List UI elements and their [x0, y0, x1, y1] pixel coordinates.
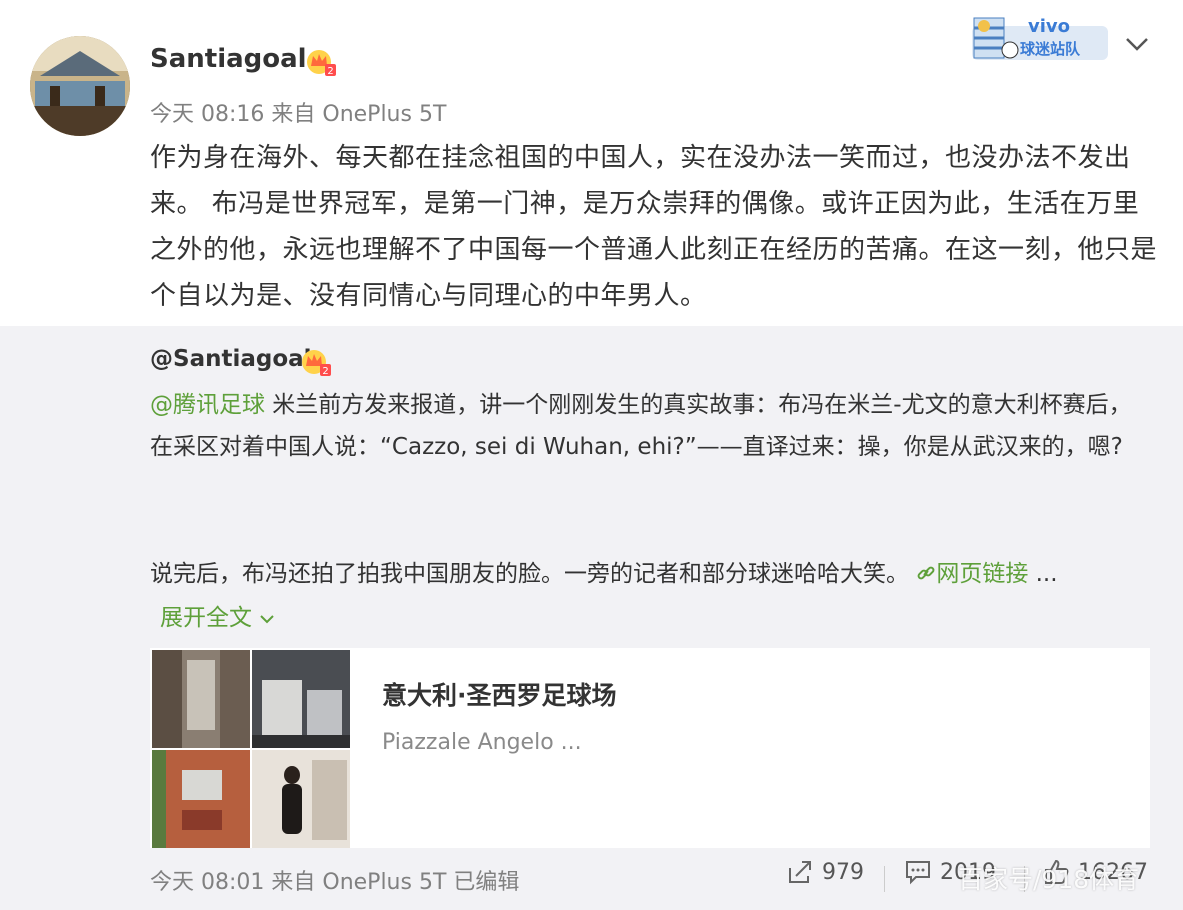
post-meta: 今天 08:16 来自 OnePlus 5T — [150, 102, 447, 127]
thumbnail-brick-wall — [152, 750, 250, 848]
svg-text:2: 2 — [322, 366, 328, 377]
link-icon — [917, 566, 935, 580]
web-link[interactable]: 网页链接 — [916, 561, 1028, 587]
avatar[interactable] — [30, 36, 130, 136]
expand-full-text-button[interactable]: 展开全文 — [160, 598, 275, 632]
expand-label: 展开全文 — [160, 605, 252, 631]
vip-crown-icon: 2 — [302, 350, 331, 377]
badge-brand: vivo — [1028, 16, 1070, 37]
share-button[interactable]: 979 — [786, 858, 864, 886]
svg-text:2: 2 — [327, 66, 333, 77]
repost-text-line2: 说完后，布冯还拍了拍我中国朋友的脸。一旁的记者和部分球迷哈哈大笑。 网页链接 .… — [150, 558, 1160, 590]
card-title: 意大利·圣西罗足球场 — [382, 681, 617, 710]
badge-label: 球迷站队 — [1020, 40, 1081, 58]
divider — [884, 866, 885, 892]
share-icon — [789, 861, 811, 883]
thumbnail-person — [252, 750, 350, 848]
location-card[interactable]: 意大利·圣西罗足球场 Piazzale Angelo ... — [150, 648, 1150, 848]
mention-link[interactable]: @腾讯足球 — [150, 392, 265, 418]
repost-body-2: 说完后，布冯还拍了拍我中国朋友的脸。一旁的记者和部分球迷哈哈大笑。 — [150, 561, 917, 587]
post-text: 作为身在海外、每天都在挂念祖国的中国人，实在没办法一笑而过，也没办法不发出来。 … — [150, 143, 1158, 311]
share-count: 979 — [822, 859, 864, 885]
chevron-down-icon[interactable] — [1124, 34, 1150, 54]
repost-text: @腾讯足球 米兰前方发来报道，讲一个刚刚发生的真实故事：布冯在米兰-尤文的意大利… — [150, 384, 1150, 468]
avatar-image — [30, 36, 130, 136]
repost-username[interactable]: @Santiagoal — [150, 346, 312, 372]
thumbnail-buildings — [252, 650, 350, 748]
repost-body: 米兰前方发来报道，讲一个刚刚发生的真实故事：布冯在米兰-尤文的意大利杯赛后，在采… — [150, 392, 1132, 460]
web-link-label: 网页链接 — [936, 561, 1029, 587]
thumbnail-street — [152, 650, 250, 748]
watermark: 百家号/918体育 — [958, 865, 1140, 894]
repost-meta: 今天 08:01 来自 OnePlus 5T 已编辑 — [150, 870, 520, 895]
fan-team-badge[interactable]: vivo 球迷站队 — [970, 12, 1110, 64]
username[interactable]: Santiagoal — [150, 44, 307, 74]
vip-crown-icon: 2 — [307, 50, 336, 77]
repost-block: @Santiagoal 2 @腾讯足球 米兰前方发来报道，讲一个刚刚发生的真实故… — [0, 326, 1183, 910]
chevron-down-icon — [260, 615, 275, 624]
card-subtitle: Piazzale Angelo ... — [382, 730, 582, 755]
comment-icon — [906, 861, 930, 885]
ellipsis: ... — [1028, 561, 1058, 587]
